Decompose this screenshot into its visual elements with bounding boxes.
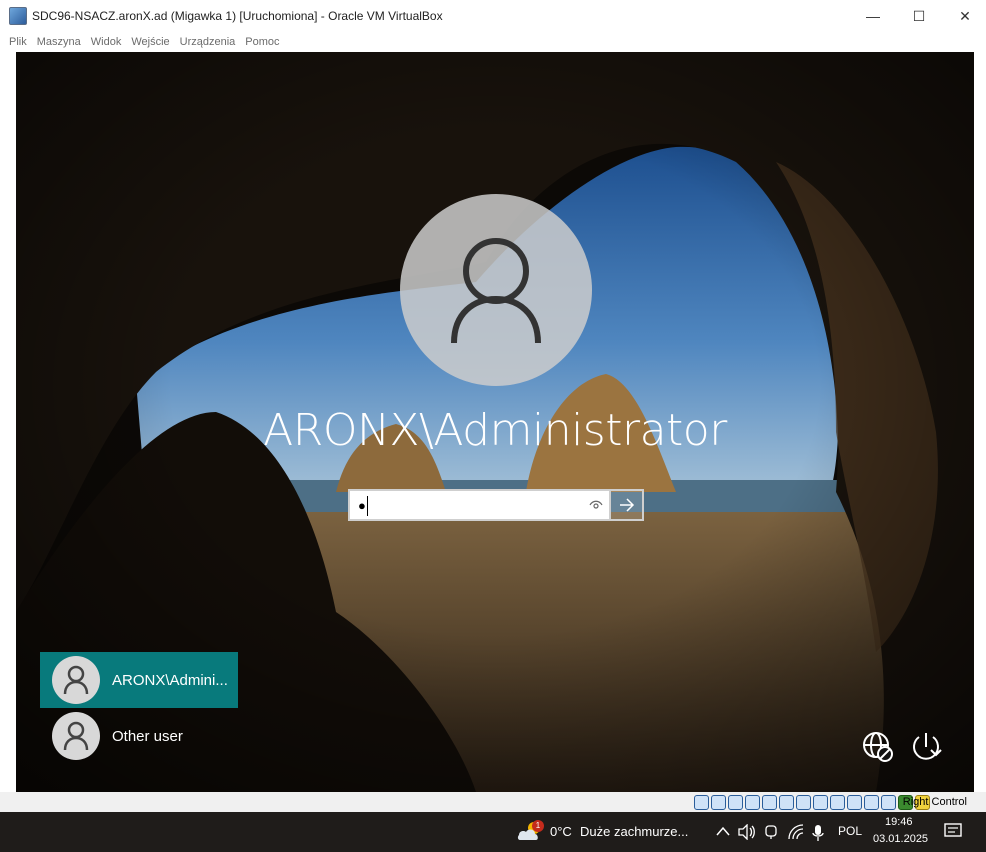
keyboard-icon[interactable] xyxy=(881,795,896,810)
weather-temperature[interactable]: 0°C xyxy=(550,824,572,839)
user-icon xyxy=(451,238,541,344)
text-caret xyxy=(367,496,368,516)
user-tile-avatar xyxy=(52,656,100,704)
user-tile-administrator[interactable]: ARONX\Admini... xyxy=(40,652,238,708)
menu-bar: Plik Maszyna Widok Wejście Urządzenia Po… xyxy=(0,32,986,52)
host-taskbar: 1 0°C Duże zachmurze... POL 19:46 03.01.… xyxy=(0,812,986,852)
power-icon[interactable] xyxy=(909,730,943,764)
login-username: ARONX\Administrator xyxy=(263,405,727,456)
minimize-button[interactable]: — xyxy=(850,0,896,32)
video-capture-icon[interactable] xyxy=(813,795,828,810)
user-avatar-large xyxy=(400,194,592,386)
network-adapter-icon[interactable] xyxy=(745,795,760,810)
menu-item-wejscie[interactable]: Wejście xyxy=(126,36,174,48)
window-title: SDC96-NSACZ.aronX.ad (Migawka 1) [Urucho… xyxy=(32,9,443,23)
wifi-icon[interactable] xyxy=(788,824,806,840)
user-tile-label: ARONX\Admini... xyxy=(112,671,228,689)
hard-disk-icon[interactable] xyxy=(694,795,709,810)
virtualbox-app-icon xyxy=(9,7,27,25)
weather-notification-badge: 1 xyxy=(532,820,544,832)
menu-item-plik[interactable]: Plik xyxy=(4,36,32,48)
title-bar: SDC96-NSACZ.aronX.ad (Migawka 1) [Urucho… xyxy=(0,0,986,32)
network-accessibility-icon[interactable] xyxy=(861,730,895,764)
close-button[interactable]: ✕ xyxy=(942,0,986,32)
user-icon xyxy=(63,721,89,751)
camera-privacy-icon[interactable] xyxy=(764,824,778,840)
menu-item-widok[interactable]: Widok xyxy=(86,36,127,48)
user-tile-label: Other user xyxy=(112,727,183,745)
vbox-status-bar: Right Control xyxy=(0,792,986,812)
password-input[interactable]: ● xyxy=(348,489,611,521)
optical-drive-icon[interactable] xyxy=(711,795,726,810)
vbox-device-indicators xyxy=(694,795,930,810)
audio-icon[interactable] xyxy=(728,795,743,810)
maximize-button[interactable]: ☐ xyxy=(896,0,942,32)
cpu-icon[interactable] xyxy=(847,795,862,810)
clock-date[interactable]: 03.01.2025 xyxy=(873,833,928,845)
virtualization-icon[interactable] xyxy=(830,795,845,810)
clock-time[interactable]: 19:46 xyxy=(885,816,913,828)
notifications-icon[interactable] xyxy=(944,823,962,839)
usb-icon[interactable] xyxy=(762,795,777,810)
menu-item-urzadzenia[interactable]: Urządzenia xyxy=(175,36,241,48)
chevron-up-icon[interactable] xyxy=(716,826,730,836)
speaker-icon[interactable] xyxy=(738,824,756,840)
input-language[interactable]: POL xyxy=(838,824,862,838)
arrow-right-icon xyxy=(619,498,634,512)
menu-item-maszyna[interactable]: Maszyna xyxy=(32,36,86,48)
display-icon[interactable] xyxy=(796,795,811,810)
shared-folders-icon[interactable] xyxy=(779,795,794,810)
weather-description[interactable]: Duże zachmurze... xyxy=(580,824,688,839)
user-tile-avatar xyxy=(52,712,100,760)
user-tile-other-user[interactable]: Other user xyxy=(40,708,238,764)
host-key-label: Right Control xyxy=(902,796,967,808)
vm-display[interactable]: ARONX\Administrator ● ARONX\Admini... Ot… xyxy=(16,52,974,792)
microphone-icon[interactable] xyxy=(812,824,824,842)
mouse-integration-icon[interactable] xyxy=(864,795,879,810)
user-icon xyxy=(63,665,89,695)
password-mask: ● xyxy=(358,498,366,513)
menu-item-pomoc[interactable]: Pomoc xyxy=(240,36,284,48)
submit-button[interactable] xyxy=(611,489,644,521)
eye-icon[interactable] xyxy=(589,499,603,511)
